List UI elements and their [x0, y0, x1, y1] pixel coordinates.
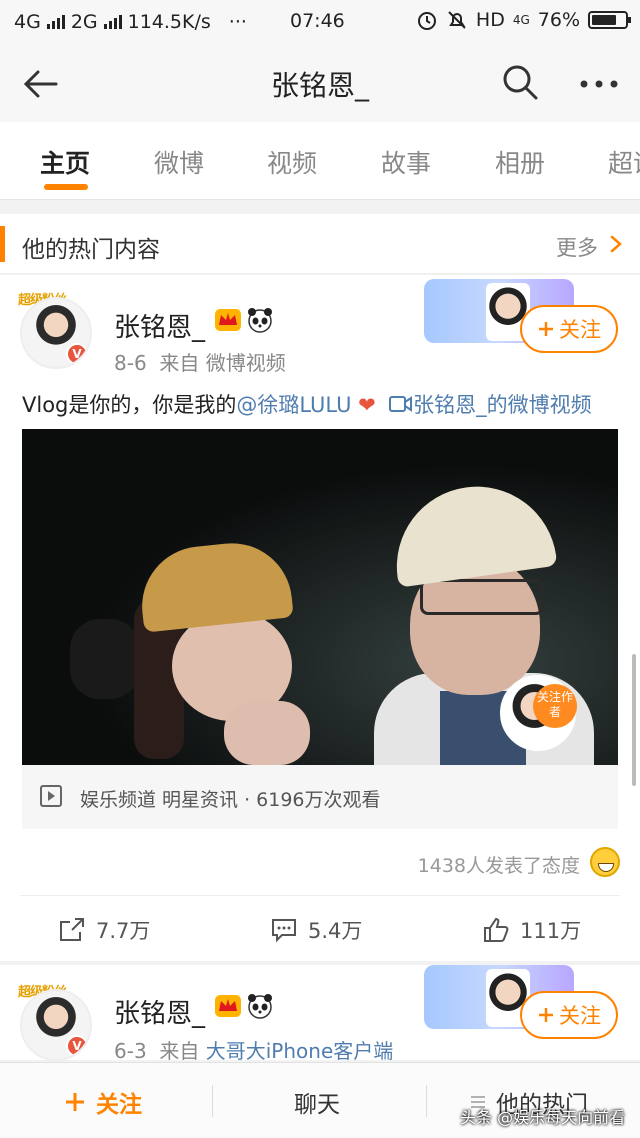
scrollbar[interactable]: [632, 654, 636, 786]
video-scene-glasses: [420, 579, 544, 615]
video-scene-cap: [386, 476, 558, 588]
avatar[interactable]: V: [20, 989, 92, 1061]
battery-percent: 76%: [537, 9, 580, 31]
post-date: 8-6: [114, 351, 147, 375]
nav-bar: 张铭恩_: [0, 44, 640, 122]
follow-author-tag[interactable]: 关注作者: [533, 684, 577, 728]
signal-icon: [103, 15, 122, 29]
alarm-icon: [417, 12, 436, 30]
post-author-name[interactable]: 张铭恩_: [114, 307, 205, 344]
tab-supertopic[interactable]: 超话: [608, 144, 640, 180]
video-link-icon: [389, 396, 413, 412]
post-actions: 7.7万 5.4万 111万: [0, 909, 640, 957]
bottom-follow-button[interactable]: 关注: [64, 1085, 142, 1119]
like-button[interactable]: 111万: [482, 915, 581, 945]
repost-icon: [60, 918, 84, 941]
network-label-2: 2G: [70, 11, 98, 33]
mention-link[interactable]: @徐璐LULU: [236, 393, 351, 417]
comment-count: 5.4万: [308, 919, 363, 943]
battery-icon: [588, 11, 631, 29]
post-card: 超级粉丝 V 张铭恩_ 8-6 来自 微博视频 关注 Vlog是你的，你是我的@…: [0, 275, 640, 961]
active-tab-indicator: [44, 184, 88, 190]
video-info-bar[interactable]: 娱乐频道 明星资讯 · 6196万次观看: [22, 765, 618, 829]
thumbs-up-icon: [484, 917, 509, 942]
status-bar: 4G 2G 114.5K/s ··· 07:46 HD 4G 76%: [0, 0, 640, 44]
reaction-count[interactable]: 1438人发表了态度: [418, 851, 580, 878]
plus-icon: [539, 1008, 553, 1022]
follow-button-label: 关注: [559, 1004, 601, 1028]
section-title: 他的热门内容: [22, 237, 160, 263]
verified-badge-icon: V: [66, 1035, 88, 1057]
repost-button[interactable]: 7.7万: [58, 915, 150, 945]
tab-video[interactable]: 视频: [267, 144, 317, 180]
panda-icon: [248, 308, 272, 333]
follow-button-label: 关注: [559, 318, 601, 342]
more-menu-icon[interactable]: [576, 64, 622, 104]
panda-icon: [248, 994, 272, 1019]
status-time: 07:46: [290, 10, 345, 32]
tab-weibo[interactable]: 微博: [154, 144, 204, 180]
video-scene-bag: [70, 619, 140, 699]
bottom-follow-label: 关注: [96, 1092, 142, 1118]
network-label-1: 4G: [14, 11, 41, 33]
comment-icon: [272, 919, 296, 943]
verified-badge-icon: V: [66, 343, 88, 365]
network-label-3: 4G: [512, 13, 530, 27]
like-count: 111万: [520, 919, 582, 943]
post-source[interactable]: 微博视频: [206, 351, 286, 375]
hd-label: HD: [475, 9, 505, 31]
follow-button[interactable]: 关注: [520, 991, 618, 1039]
follow-author-avatar[interactable]: 关注作者: [500, 675, 577, 751]
status-left: 4G 2G 114.5K/s ···: [14, 11, 247, 33]
search-icon[interactable]: [500, 62, 540, 102]
avatar[interactable]: V: [20, 297, 92, 369]
post-author-name[interactable]: 张铭恩_: [114, 993, 205, 1030]
play-icon: [40, 785, 62, 807]
tab-home[interactable]: 主页: [40, 144, 90, 180]
repost-count: 7.7万: [96, 919, 151, 943]
chevron-right-icon[interactable]: [606, 234, 626, 254]
bottom-separator: [426, 1085, 427, 1117]
post-date: 6-3: [114, 1039, 147, 1063]
video-scene-hat: [136, 537, 294, 633]
heart-icon: ❤: [358, 393, 376, 417]
mute-icon: [448, 11, 466, 29]
post-meta: 6-3 来自 大哥大iPhone客户端: [114, 1035, 393, 1064]
post-text: Vlog是你的，你是我的@徐璐LULU ❤ 张铭恩_的微博视频: [22, 389, 592, 419]
laugh-emoji-icon: [590, 847, 620, 877]
signal-icon: [46, 15, 65, 29]
tab-album[interactable]: 相册: [495, 144, 545, 180]
comment-button[interactable]: 5.4万: [270, 915, 362, 945]
hot-content-header: 他的热门内容 更多: [0, 214, 640, 274]
plus-icon: [539, 322, 553, 336]
post-card: 超级粉丝 V 张铭恩_ 6-3 来自 大哥大iPhone客户端 关注: [0, 965, 640, 1063]
post-from: 来自: [159, 1039, 200, 1063]
post-text-body: Vlog是你的，你是我的: [22, 393, 237, 417]
follow-button[interactable]: 关注: [520, 305, 618, 353]
post-source[interactable]: 大哥大iPhone客户端: [206, 1039, 394, 1063]
battery-fill: [592, 15, 617, 25]
tab-story[interactable]: 故事: [381, 144, 431, 180]
vip-crown-icon: [215, 309, 241, 331]
bottom-chat-button[interactable]: 聊天: [294, 1085, 340, 1119]
post-from: 来自: [159, 351, 200, 375]
video-info-text: 娱乐频道 明星资讯 · 6196万次观看: [80, 789, 381, 811]
video-link[interactable]: 张铭恩_的微博视频: [413, 393, 592, 417]
divider: [20, 895, 620, 896]
bottom-separator: [212, 1085, 213, 1117]
status-right: HD 4G 76%: [416, 9, 631, 31]
plus-icon: [66, 1093, 84, 1111]
watermark: 头条 @娱乐每天向前看: [460, 1108, 626, 1127]
section-accent-bar: [0, 226, 5, 262]
page-title: 张铭恩_: [270, 69, 369, 102]
video-scene-hand: [224, 701, 310, 765]
more-status-icon: ···: [228, 11, 247, 33]
profile-tabs: 主页 微博 视频 故事 相册 超话: [0, 122, 640, 200]
more-link[interactable]: 更多: [556, 232, 598, 262]
vip-crown-icon: [215, 995, 241, 1017]
video-player[interactable]: 关注作者: [22, 429, 618, 765]
network-speed: 114.5K/s: [127, 11, 211, 33]
post-meta: 8-6 来自 微博视频: [114, 347, 286, 376]
